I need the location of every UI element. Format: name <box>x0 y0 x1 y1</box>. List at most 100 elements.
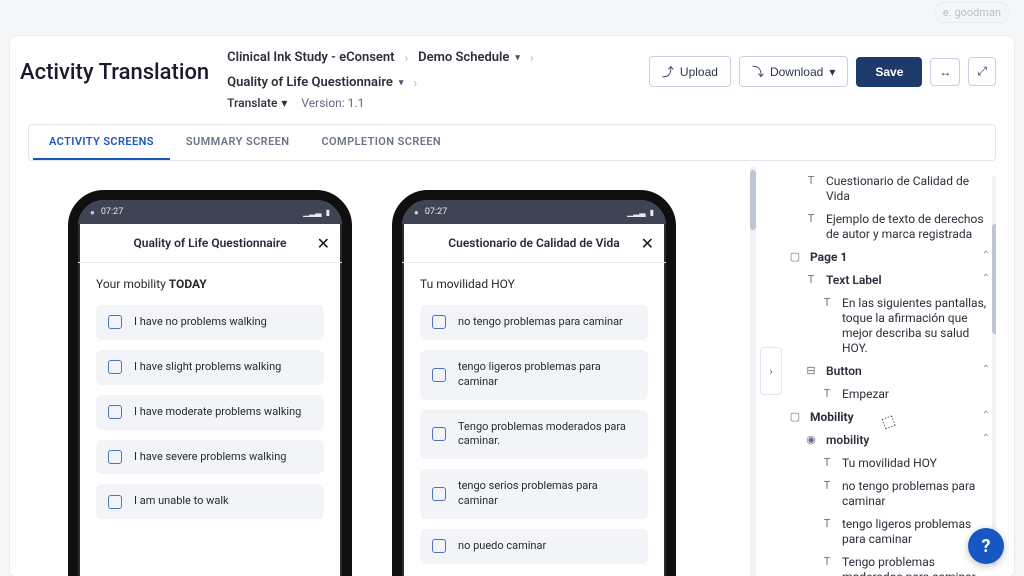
tab-activity-screens[interactable]: ACTIVITY SCREENS <box>33 125 170 160</box>
breadcrumb-item[interactable]: Demo Schedule ▾ <box>418 50 520 65</box>
tab-summary-screen[interactable]: SUMMARY SCREEN <box>170 125 306 160</box>
wifi-icon: ▁▂▃ <box>627 208 645 217</box>
tree-label: Tengo problemas moderados para caminar. <box>842 555 994 576</box>
download-button[interactable]: ⤵ Download ▾ <box>739 56 848 87</box>
breadcrumb: Clinical Ink Study - eConsent › Demo Sch… <box>227 50 631 90</box>
user-chip[interactable]: e. goodman <box>934 2 1010 23</box>
checkbox-icon <box>432 427 446 441</box>
tree-label: Empezar <box>842 387 994 402</box>
phone-time: 07:27 <box>425 207 447 217</box>
help-button[interactable]: ? <box>968 528 1004 564</box>
text-icon: T <box>804 273 818 287</box>
upload-button[interactable]: ⤴ Upload <box>649 56 731 87</box>
close-icon[interactable]: ✕ <box>317 234 330 253</box>
structure-tree: TCuestionario de Calidad de Vida TEjempl… <box>786 166 996 576</box>
camera-icon: ● <box>414 208 419 217</box>
option-label: tengo serios problemas para caminar <box>458 479 636 509</box>
expand-icon: ⤢ <box>977 64 987 79</box>
breadcrumb-item[interactable]: Clinical Ink Study - eConsent <box>227 50 394 65</box>
text-icon: T <box>820 479 834 493</box>
option-row[interactable]: Tengo problemas moderados para caminar. <box>420 410 648 460</box>
tree-node-button[interactable]: ⊟Button⌃ <box>786 360 996 383</box>
save-button[interactable]: Save <box>856 57 922 87</box>
checkbox-icon <box>432 539 446 553</box>
fullscreen-button[interactable]: ⤢ <box>968 57 996 86</box>
tree-node-text[interactable]: TEmpezar <box>786 383 996 406</box>
prompt-text: Tu movilidad HOY <box>420 277 648 291</box>
tree-node-text[interactable]: TEjemplo de texto de derechos de autor y… <box>786 208 996 246</box>
phone-statusbar: ● 07:27 ▁▂▃ ▮ <box>402 200 666 224</box>
tree-label: no tengo problemas para caminar <box>842 479 994 509</box>
tree-node-text-label[interactable]: TText Label⌃ <box>786 269 996 292</box>
translate-dropdown[interactable]: Translate ▾ <box>227 96 287 110</box>
header-actions: ⤴ Upload ⤵ Download ▾ Save ↔ ⤢ <box>649 50 996 87</box>
collapse-panel-button[interactable]: › <box>760 347 782 395</box>
tree-label: Cuestionario de Calidad de Vida <box>826 174 994 204</box>
caret-down-icon: ▾ <box>281 96 287 110</box>
checkbox-icon <box>108 360 122 374</box>
checkbox-icon <box>108 405 122 419</box>
breadcrumb-label: Clinical Ink Study - eConsent <box>227 50 394 65</box>
tree-node-text[interactable]: TTu movilidad HOY <box>786 452 996 475</box>
caret-down-icon: ▾ <box>399 78 404 88</box>
battery-icon: ▮ <box>326 208 330 217</box>
tree-label: Ejemplo de texto de derechos de autor y … <box>826 212 994 242</box>
caret-down-icon: ▾ <box>829 65 835 79</box>
option-row[interactable]: tengo ligeros problemas para caminar <box>420 350 648 400</box>
option-row[interactable]: tengo serios problemas para caminar <box>420 469 648 519</box>
tree-label: Button <box>826 364 974 379</box>
prompt-pre: Your mobility <box>96 277 169 291</box>
translate-label: Translate <box>227 96 277 110</box>
checkbox-icon <box>108 450 122 464</box>
tree-node-page[interactable]: ▢Page 1⌃ <box>786 246 996 269</box>
option-row[interactable]: no puedo caminar <box>420 529 648 564</box>
close-icon[interactable]: ✕ <box>641 234 654 253</box>
prompt-bold: TODAY <box>169 277 207 291</box>
page-icon: ▢ <box>788 250 802 264</box>
option-label: I have moderate problems walking <box>134 405 301 420</box>
tree-scrollbar[interactable] <box>992 176 996 566</box>
screen-title: Cuestionario de Calidad de Vida <box>448 236 619 250</box>
tab-completion-screen[interactable]: COMPLETION SCREEN <box>305 125 457 160</box>
checkbox-icon <box>432 487 446 501</box>
breadcrumb-item[interactable]: Quality of Life Questionnaire ▾ <box>227 75 403 90</box>
tree-node-text[interactable]: Tno tengo problemas para caminar <box>786 475 996 513</box>
option-row[interactable]: I have moderate problems walking <box>96 395 324 430</box>
phone-statusbar: ● 07:27 ▁▂▃ ▮ <box>78 200 342 224</box>
option-label: Tengo problemas moderados para caminar. <box>458 420 636 450</box>
tree-node-text[interactable]: TEn las siguientes pantallas, toque la a… <box>786 292 996 360</box>
breadcrumb-area: Clinical Ink Study - eConsent › Demo Sch… <box>227 50 631 110</box>
download-icon: ⤵ <box>752 63 764 80</box>
screen-header: Quality of Life Questionnaire ✕ <box>78 224 342 263</box>
option-row[interactable]: I have slight problems walking <box>96 350 324 385</box>
battery-icon: ▮ <box>650 208 654 217</box>
tree-label: Page 1 <box>810 250 974 265</box>
phone-time: 07:27 <box>101 207 123 217</box>
option-row[interactable]: no tengo problemas para caminar <box>420 305 648 340</box>
option-row[interactable]: I am unable to walk <box>96 484 324 519</box>
camera-icon: ● <box>90 208 95 217</box>
preview-pane: ● 07:27 ▁▂▃ ▮ Quality of Life Questionna… <box>28 166 756 576</box>
scrollbar-thumb[interactable] <box>992 224 996 334</box>
button-icon: ⊟ <box>804 364 818 378</box>
breadcrumb-label: Quality of Life Questionnaire <box>227 75 393 90</box>
tree-node-text[interactable]: Ttengo ligeros problemas para caminar <box>786 513 996 551</box>
header: Activity Translation Clinical Ink Study … <box>10 36 1014 110</box>
text-icon: T <box>804 174 818 188</box>
page-title: Activity Translation <box>20 50 209 85</box>
tree-label: Text Label <box>826 273 974 288</box>
tree-node-text[interactable]: T Cuestionario de Calidad de Vida <box>786 170 996 208</box>
option-row[interactable]: I have severe problems walking <box>96 440 324 475</box>
expand-horizontal-button[interactable]: ↔ <box>930 58 960 86</box>
chevron-right-icon: › <box>405 51 409 65</box>
checkbox-icon <box>432 315 446 329</box>
tree-node-text[interactable]: TTengo problemas moderados para caminar. <box>786 551 996 576</box>
tree-node-radio[interactable]: ◉mobility⌃ <box>786 429 996 452</box>
upload-icon: ⤴ <box>662 63 674 80</box>
arrows-horizontal-icon: ↔ <box>939 65 951 79</box>
download-label: Download <box>770 65 823 79</box>
screen-title: Quality of Life Questionnaire <box>134 236 287 250</box>
option-row[interactable]: I have no problems walking <box>96 305 324 340</box>
checkbox-icon <box>432 368 446 382</box>
subheader: Translate ▾ Version: 1.1 <box>227 96 631 110</box>
